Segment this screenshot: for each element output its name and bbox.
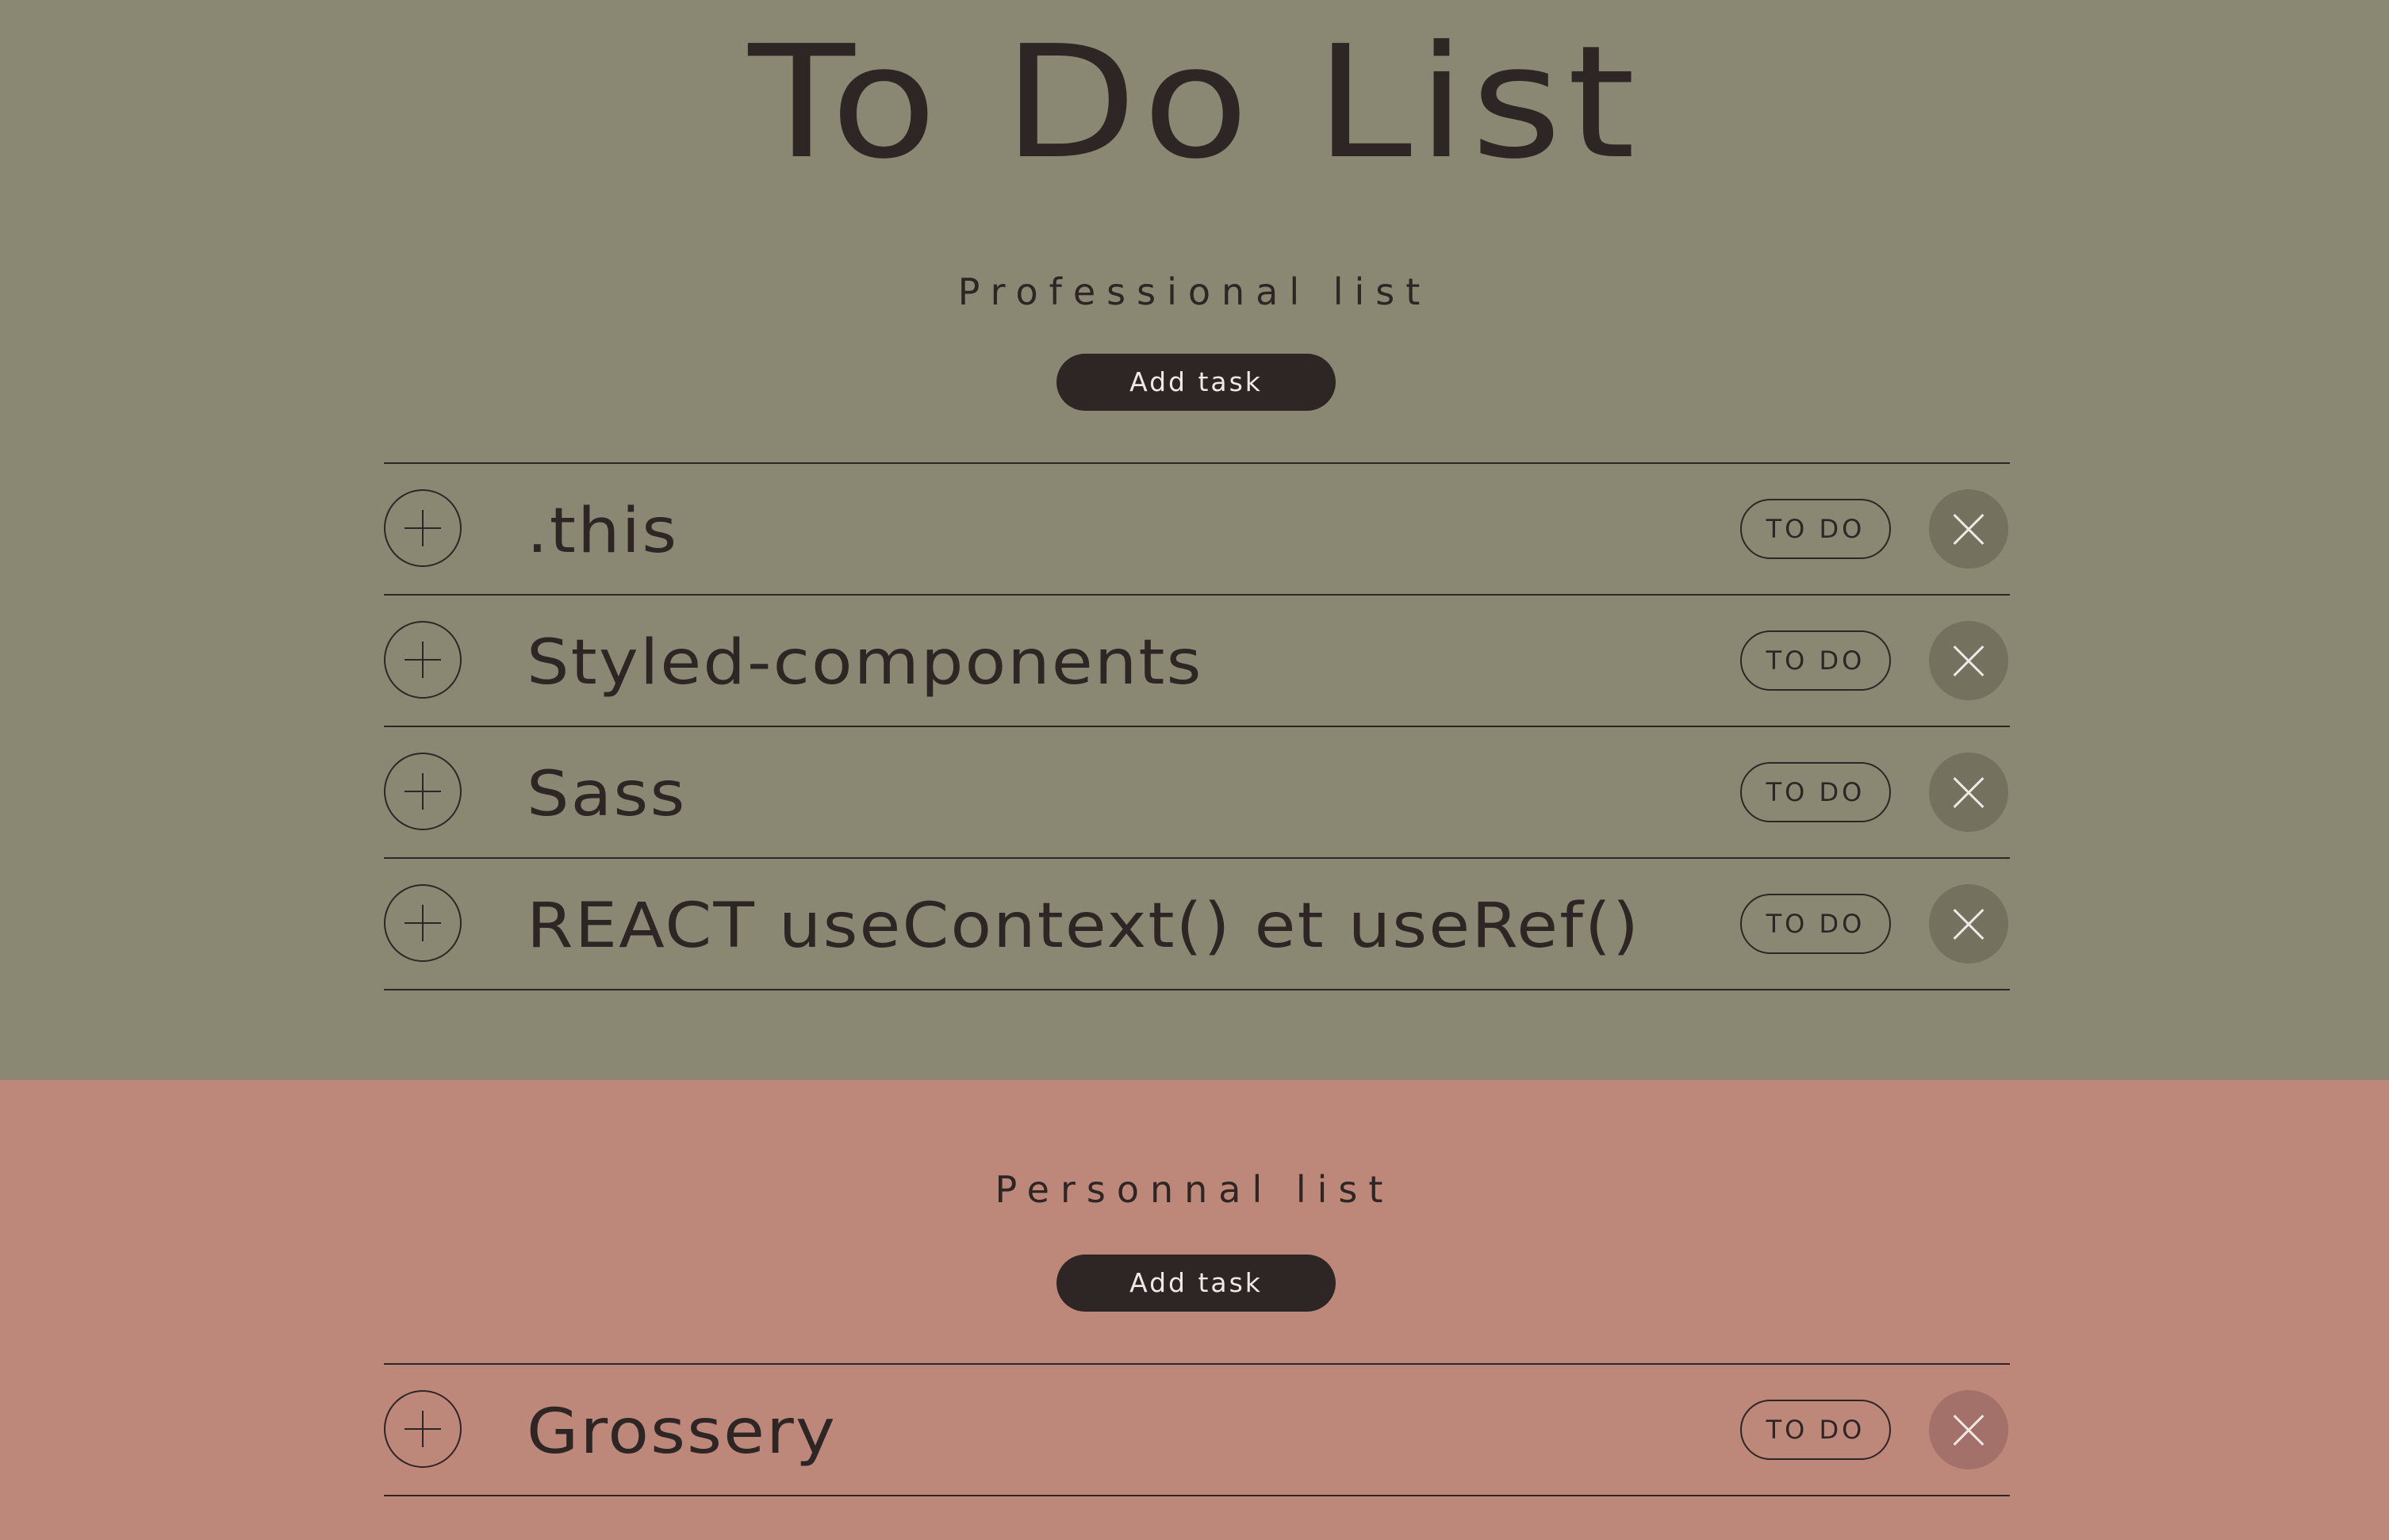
task-row: Styled-components TO DO — [384, 596, 2010, 727]
personal-add-task-button[interactable]: Add task — [1056, 1255, 1336, 1312]
close-icon[interactable] — [1929, 753, 2008, 832]
task-label: REACT useContext() et useRef() — [527, 891, 1641, 962]
task-label: .this — [527, 496, 679, 567]
status-button[interactable]: TO DO — [1740, 1400, 1891, 1460]
close-icon[interactable] — [1929, 884, 2008, 963]
task-label: Sass — [527, 759, 687, 830]
status-button[interactable]: TO DO — [1740, 630, 1891, 691]
task-row: Sass TO DO — [384, 727, 2010, 859]
task-row: Grossery TO DO — [384, 1365, 2010, 1496]
status-button[interactable]: TO DO — [1740, 499, 1891, 559]
task-row: .this TO DO — [384, 464, 2010, 596]
personal-task-list: Grossery TO DO — [384, 1363, 2010, 1496]
professional-add-task-button[interactable]: Add task — [1056, 354, 1336, 411]
plus-icon[interactable] — [384, 884, 462, 962]
plus-icon[interactable] — [384, 753, 462, 830]
professional-section: To Do List Professional list Add task .t… — [0, 0, 2389, 1080]
page-title: To Do List — [748, 13, 1641, 193]
professional-task-list: .this TO DO Styled-components TO DO Sass… — [384, 462, 2010, 990]
task-row: REACT useContext() et useRef() TO DO — [384, 859, 2010, 990]
personal-section: Personnal list Add task Grossery TO DO — [0, 1080, 2389, 1540]
close-icon[interactable] — [1929, 489, 2008, 569]
status-button[interactable]: TO DO — [1740, 762, 1891, 822]
plus-icon[interactable] — [384, 1390, 462, 1468]
close-icon[interactable] — [1929, 621, 2008, 700]
task-label: Grossery — [527, 1396, 837, 1468]
professional-list-title: Professional list — [957, 270, 1432, 313]
task-label: Styled-components — [527, 627, 1203, 699]
close-icon[interactable] — [1929, 1390, 2008, 1469]
plus-icon[interactable] — [384, 489, 462, 567]
personal-list-title: Personnal list — [995, 1168, 1394, 1211]
status-button[interactable]: TO DO — [1740, 894, 1891, 954]
plus-icon[interactable] — [384, 621, 462, 699]
